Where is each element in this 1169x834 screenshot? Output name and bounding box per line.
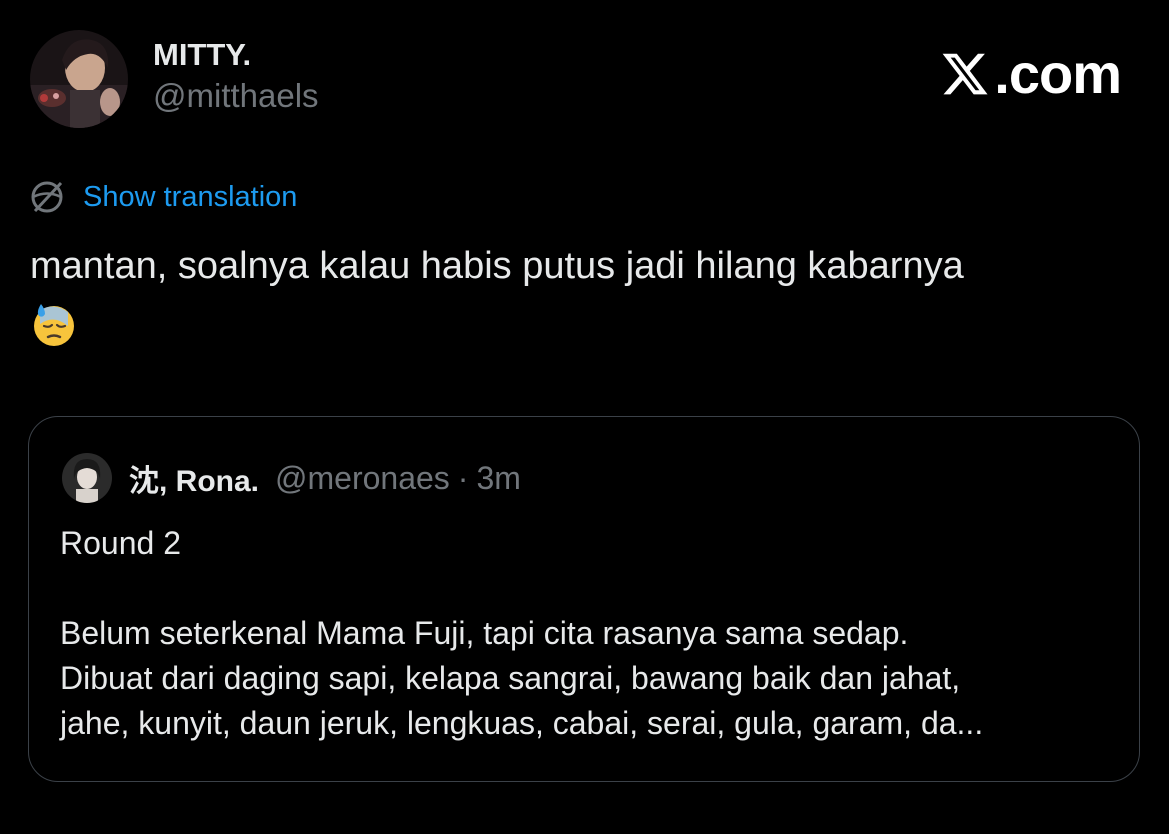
show-translation-row[interactable]: Show translation [28,178,297,216]
x-logo-icon [942,53,988,95]
quoted-tweet-spacer [60,566,1120,611]
quoted-author-display-name[interactable]: 沈, Rona. [129,456,259,500]
quoted-tweet-timestamp[interactable]: 3m [476,460,520,497]
quoted-tweet-line: Dibuat dari daging sapi, kelapa sangrai,… [60,660,961,696]
author-display-name[interactable]: MITTY. [153,36,319,74]
tweet-body: mantan, soalnya kalau habis putus jadi h… [30,238,1140,348]
quoted-meta-separator: · [457,459,469,496]
globe-icon [31,181,63,213]
quoted-author-avatar-image [62,453,112,503]
author-handle[interactable]: @mitthaels [153,76,319,116]
quoted-tweet-line: jahe, kunyit, daun jeruk, lengkuas, caba… [60,705,984,741]
downcast-face-with-sweat-emoji [34,304,74,346]
quoted-tweet-line: Belum seterkenal Mama Fuji, tapi cita ra… [60,615,909,651]
quoted-author-handle[interactable]: @meronaes [275,460,450,497]
show-translation-link[interactable]: Show translation [83,181,297,214]
tweet-text: mantan, soalnya kalau habis putus jadi h… [30,245,964,287]
tweet-header: MITTY. @mitthaels [30,30,319,128]
quoted-tweet-card[interactable]: 沈, Rona. @meronaes · 3m Round 2 Belum se… [28,416,1140,782]
quoted-tweet-first-line: Round 2 [60,525,181,561]
author-avatar-image [30,30,128,128]
author-avatar[interactable] [30,30,128,128]
brand-watermark: .com [938,42,1122,105]
brand-text: .com [994,42,1122,105]
quoted-tweet-body: Round 2 Belum seterkenal Mama Fuji, tapi… [60,521,1120,746]
quoted-author-avatar[interactable] [62,453,112,503]
quoted-tweet-header: 沈, Rona. @meronaes · 3m [62,453,521,503]
author-names: MITTY. @mitthaels [153,36,319,116]
